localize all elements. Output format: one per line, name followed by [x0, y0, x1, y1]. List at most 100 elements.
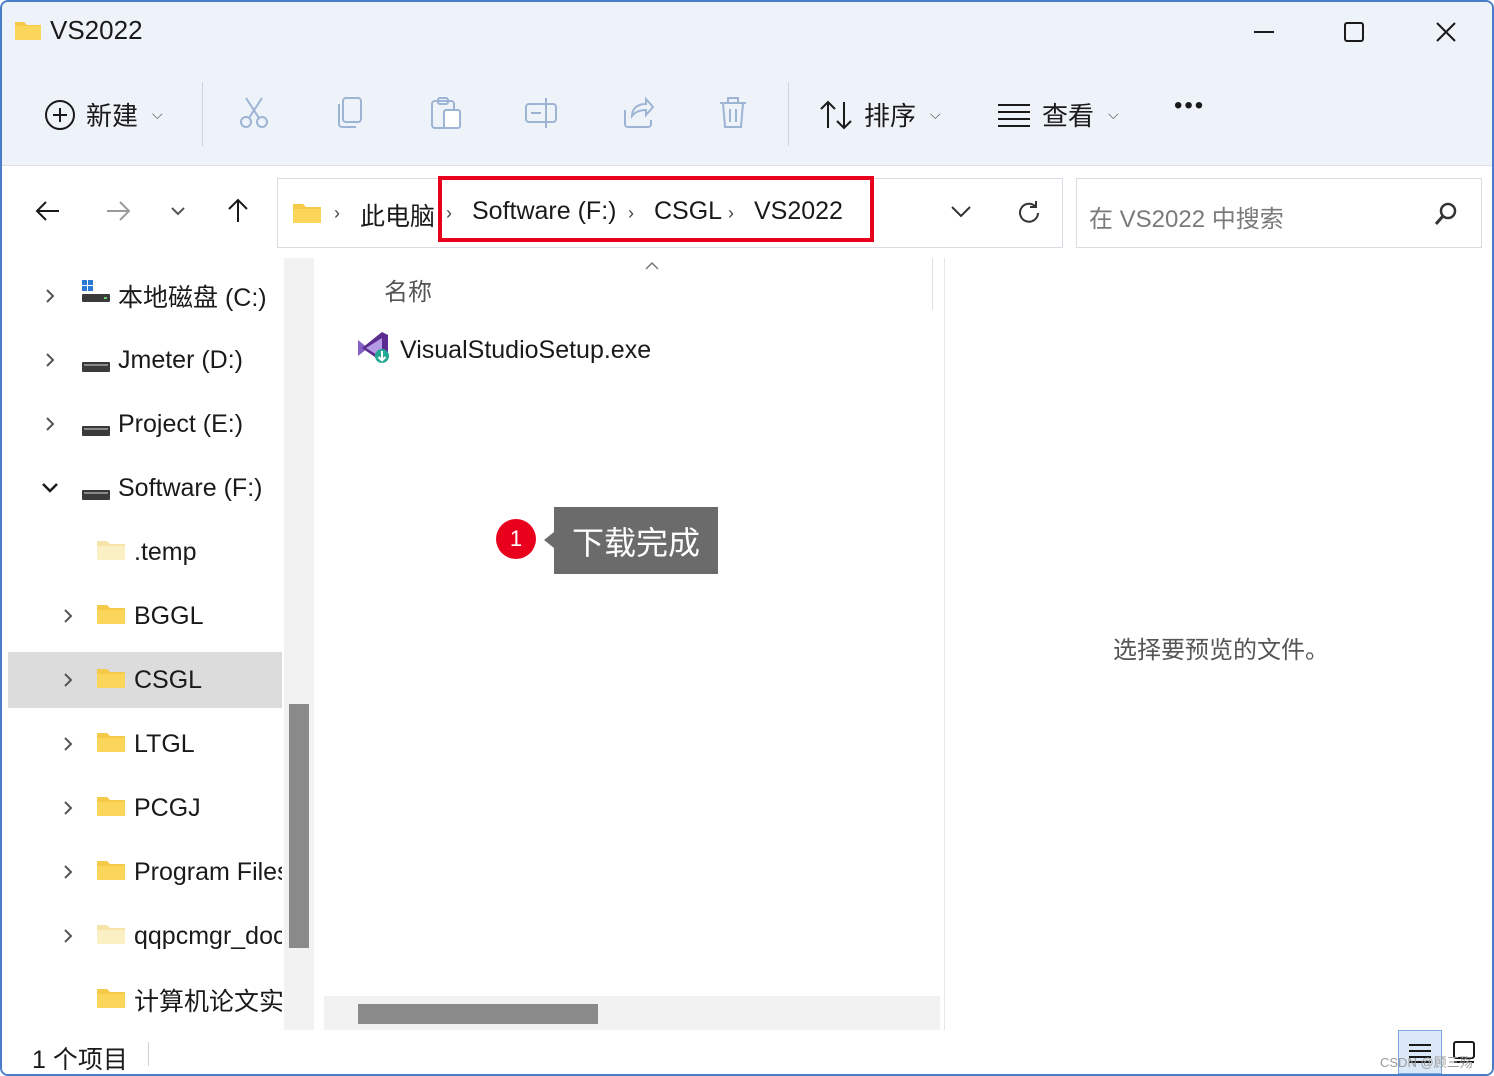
watermark: CSDN @顾三殇 — [1380, 1055, 1473, 1070]
light-folder-icon — [96, 922, 126, 953]
address-history-button[interactable] — [950, 205, 972, 224]
sidebar-item-csgl[interactable]: CSGL — [8, 652, 282, 708]
sidebar-scrollbar-thumb[interactable] — [289, 704, 309, 948]
sidebar-item-label: CSGL — [134, 665, 203, 694]
folder-icon — [96, 730, 126, 761]
delete-button[interactable] — [718, 96, 748, 130]
chevron-right-icon[interactable] — [40, 286, 60, 306]
rename-button[interactable] — [524, 96, 560, 130]
highlight-box — [438, 176, 874, 242]
sidebar-item-bggl[interactable]: BGGL — [8, 588, 282, 644]
command-bar: 新建 ⌵ 排序 ⌵ 查看 ⌵ ••• — [2, 62, 1492, 166]
back-button[interactable] — [28, 191, 68, 231]
maximize-button[interactable] — [1324, 10, 1384, 54]
sidebar-item-drive-e[interactable]: Project (E:) — [8, 396, 282, 452]
column-header-name[interactable]: 名称 — [384, 272, 432, 307]
new-button[interactable]: 新建 ⌵ — [44, 96, 163, 133]
sidebar-item-ltgl[interactable]: LTGL — [8, 716, 282, 772]
search-placeholder: 在 VS2022 中搜索 — [1089, 206, 1284, 233]
minimize-icon — [1254, 31, 1274, 33]
sidebar-item-label: 本地磁盘 (C:) — [118, 284, 267, 312]
plus-circle-icon — [45, 99, 75, 130]
arrow-up-icon — [228, 198, 248, 222]
folder-icon — [292, 201, 322, 230]
chevron-down-icon: ⌵ — [930, 106, 941, 122]
clipboard-icon — [431, 97, 461, 129]
annotation-number-badge: 1 — [496, 519, 536, 559]
sidebar-item-qqpcmgr-doc[interactable]: qqpcmgr_doc — [8, 908, 282, 964]
column-divider[interactable] — [932, 258, 933, 310]
up-button[interactable] — [218, 191, 258, 231]
sidebar-item-drive-d[interactable]: Jmeter (D:) — [8, 332, 282, 388]
navigation-row: › 此电脑 › Software (F:) › CSGL › VS2022 在 … — [2, 167, 1492, 257]
chevron-right-icon[interactable] — [58, 670, 78, 690]
sidebar-item-drive-f[interactable]: Software (F:) — [8, 460, 282, 516]
share-button[interactable] — [622, 96, 654, 130]
annotation-pointer — [544, 532, 554, 548]
folder-icon — [14, 18, 42, 47]
copy-icon — [338, 97, 362, 128]
horizontal-scrollbar-thumb[interactable] — [358, 1004, 598, 1024]
chevron-right-icon[interactable] — [58, 606, 78, 626]
sidebar-item-label: Program Files — [134, 857, 282, 886]
item-count: 1 个项目 — [32, 1046, 128, 1074]
close-button[interactable] — [1416, 10, 1476, 54]
light-folder-icon — [96, 538, 126, 569]
sidebar-item-label: LTGL — [134, 729, 195, 758]
chevron-right-icon[interactable] — [40, 414, 60, 434]
sidebar-item-label: Jmeter (D:) — [118, 345, 243, 374]
folder-icon — [96, 858, 126, 889]
sort-ascending-icon — [644, 258, 660, 276]
sidebar-item-label: BGGL — [134, 601, 204, 630]
view-button[interactable]: 查看 ⌵ — [996, 96, 1119, 133]
paste-button[interactable] — [430, 96, 462, 130]
chevron-down-icon[interactable] — [40, 478, 60, 498]
windows-drive-icon — [80, 278, 110, 315]
cut-button[interactable] — [238, 96, 270, 130]
folder-icon — [96, 794, 126, 825]
chevron-right-icon[interactable] — [40, 350, 60, 370]
visual-studio-installer-icon — [356, 330, 392, 371]
recent-locations-button[interactable] — [158, 191, 198, 231]
sort-button[interactable]: 排序 ⌵ — [818, 96, 941, 133]
file-row[interactable]: VisualStudioSetup.exe — [356, 330, 651, 371]
chevron-right-icon[interactable] — [58, 798, 78, 818]
sidebar-item-label: 计算机论文实践 — [134, 988, 282, 1016]
maximize-icon — [1344, 22, 1364, 42]
folder-icon — [96, 602, 126, 633]
search-input[interactable]: 在 VS2022 中搜索 — [1076, 178, 1482, 248]
sidebar-item-label: Project (E:) — [118, 409, 244, 438]
sidebar-item-thesis[interactable]: 计算机论文实践 — [8, 972, 282, 1028]
sidebar-item-temp[interactable]: .temp — [8, 524, 282, 580]
forward-button[interactable] — [98, 191, 138, 231]
scissors-icon — [240, 97, 268, 128]
rename-icon — [525, 98, 557, 128]
trash-icon — [720, 97, 746, 128]
breadcrumb-this-pc[interactable]: 此电脑 — [360, 197, 435, 233]
copy-button[interactable] — [336, 96, 364, 130]
chevron-right-icon[interactable] — [58, 862, 78, 882]
arrow-left-icon — [35, 201, 59, 221]
arrow-right-icon — [107, 201, 131, 221]
more-icon: ••• — [1174, 92, 1206, 119]
file-list: 名称 VisualStudioSetup.exe — [318, 258, 940, 1030]
refresh-button[interactable] — [1016, 199, 1042, 232]
minimize-button[interactable] — [1234, 10, 1294, 54]
sort-icon — [820, 100, 852, 129]
view-button-label: 查看 — [1042, 101, 1095, 131]
folder-icon — [96, 666, 126, 697]
sidebar-item-drive-c[interactable]: 本地磁盘 (C:) — [8, 268, 282, 324]
more-options-button[interactable]: ••• — [1174, 92, 1205, 120]
window-title: VS2022 — [50, 15, 143, 45]
sidebar-item-program-files[interactable]: Program Files — [8, 844, 282, 900]
file-explorer-window: VS2022 新建 ⌵ 排序 ⌵ 查看 ⌵ ••• › 此电脑 › Softwa… — [0, 0, 1494, 1076]
chevron-down-icon — [171, 207, 185, 216]
preview-pane: 选择要预览的文件。 — [944, 258, 1492, 1030]
sidebar-item-pcgj[interactable]: PCGJ — [8, 780, 282, 836]
preview-empty-text: 选择要预览的文件。 — [1113, 637, 1329, 664]
chevron-down-icon — [951, 206, 971, 218]
address-bar[interactable]: › 此电脑 › Software (F:) › CSGL › VS2022 — [277, 176, 1063, 248]
chevron-right-icon[interactable] — [58, 926, 78, 946]
chevron-right-icon[interactable] — [58, 734, 78, 754]
close-icon — [1436, 22, 1456, 42]
